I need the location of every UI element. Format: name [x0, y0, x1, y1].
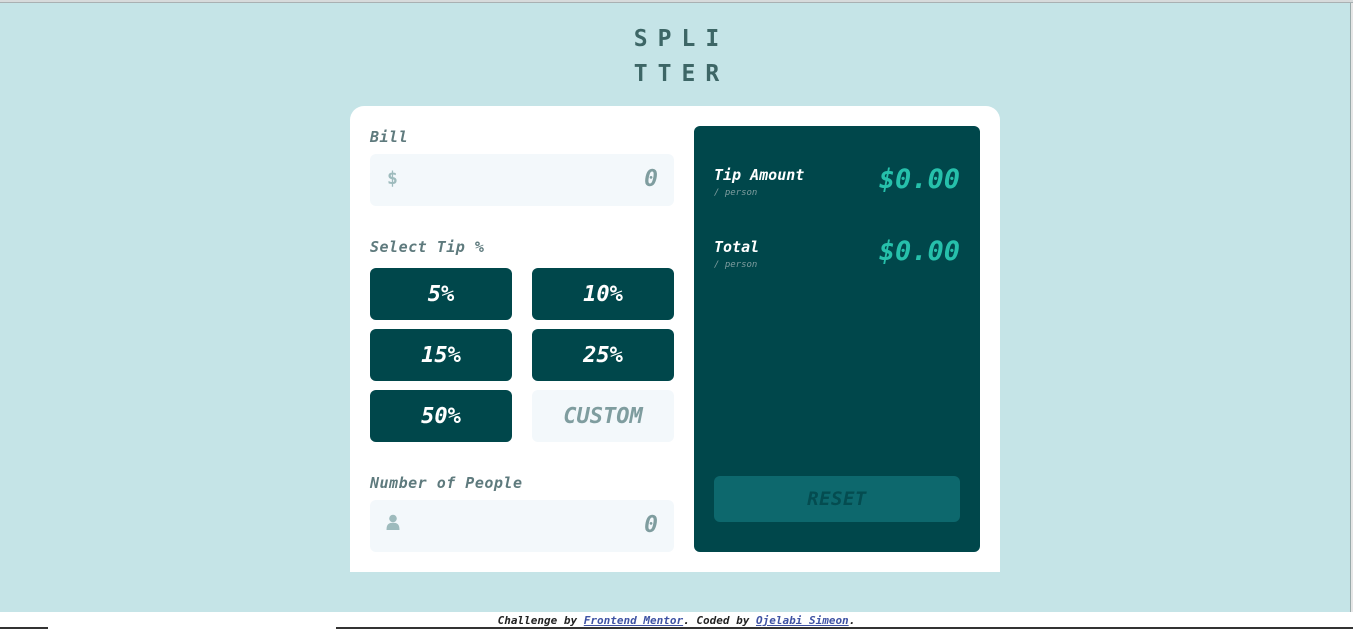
bill-value: 0	[644, 166, 658, 192]
logo-line-2: TTER	[633, 61, 730, 87]
tip-button-15[interactable]: 15%	[370, 329, 512, 381]
tip-button-50[interactable]: 50%	[370, 390, 512, 442]
browser-top-border	[0, 0, 1353, 3]
reset-button[interactable]: RESET	[714, 476, 960, 522]
total-row: Total / person $0.00	[714, 236, 960, 278]
tip-button-10[interactable]: 10%	[532, 268, 674, 320]
author-link[interactable]: Ojelabi Simeon	[756, 614, 849, 627]
person-icon	[386, 514, 400, 535]
bill-label: Bill	[370, 128, 409, 146]
tip-button-5[interactable]: 5%	[370, 268, 512, 320]
frontend-mentor-link[interactable]: Frontend Mentor	[584, 614, 683, 627]
footer-prefix: Challenge by	[497, 614, 584, 627]
people-value: 0	[644, 512, 658, 538]
dollar-icon: $	[387, 168, 398, 189]
tip-amount-value: $0.00	[878, 164, 960, 195]
number-of-people-label: Number of People	[370, 474, 523, 492]
footer-suffix: .	[848, 614, 856, 627]
people-input[interactable]: 0	[370, 500, 674, 552]
select-tip-label: Select Tip %	[370, 238, 485, 256]
bill-input[interactable]: $ 0	[370, 154, 674, 206]
logo: SPLI TTER	[0, 22, 1353, 92]
custom-tip-input[interactable]: CUSTOM	[532, 390, 674, 442]
tip-amount-row: Tip Amount / person $0.00	[714, 164, 960, 206]
results-panel: Tip Amount / person $0.00 Total / person…	[694, 126, 980, 552]
logo-line-1: SPLI	[633, 26, 730, 52]
tip-button-25[interactable]: 25%	[532, 329, 674, 381]
calculator-card: Bill $ 0 Select Tip % 5% 10% 15% 25% 50%…	[350, 106, 1000, 572]
footer-middle: . Coded by	[683, 614, 756, 627]
total-value: $0.00	[878, 236, 960, 267]
